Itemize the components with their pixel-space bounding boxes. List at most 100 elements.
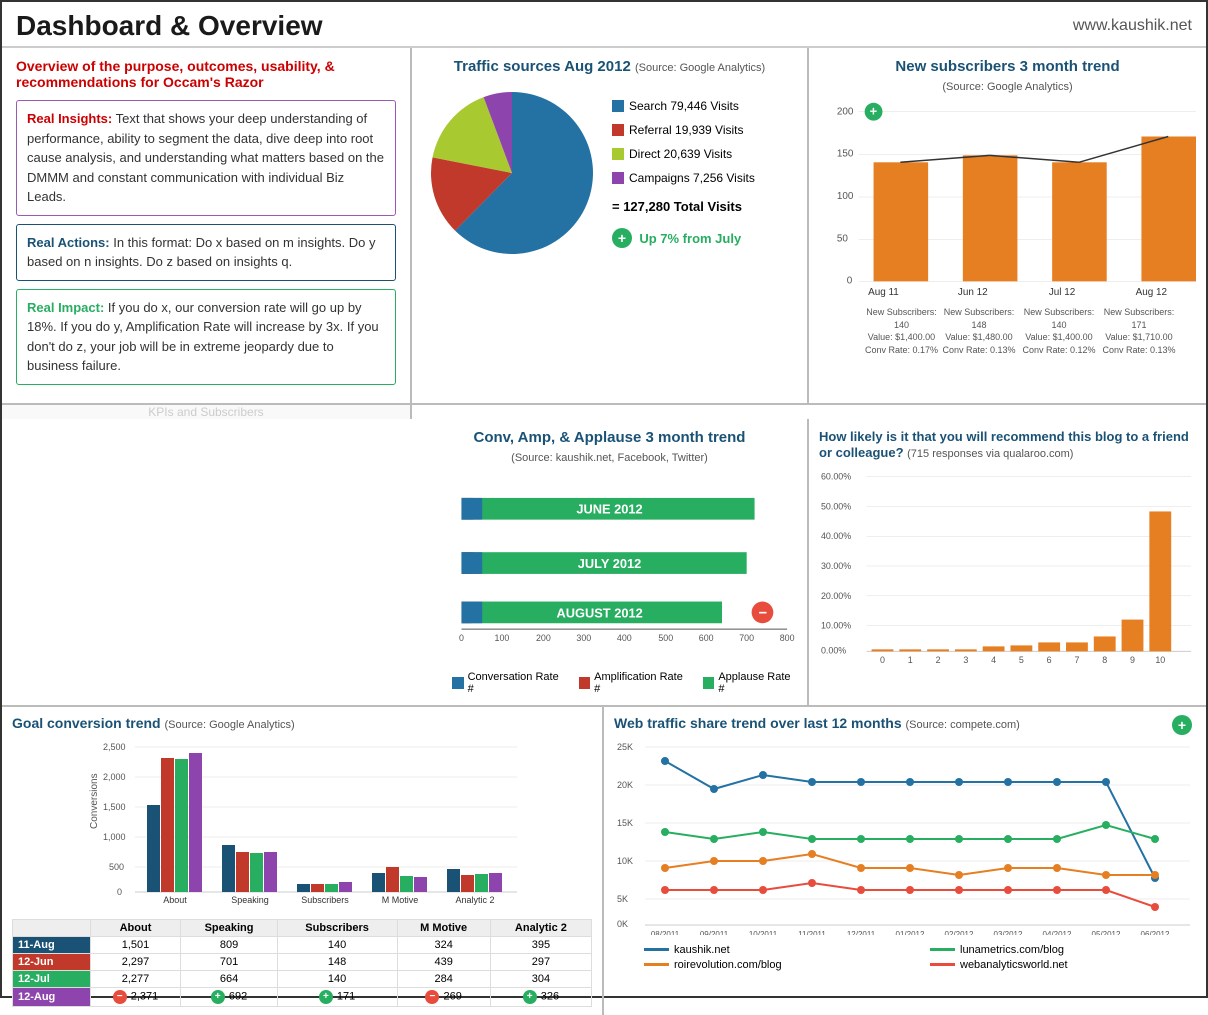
svg-text:11/2011: 11/2011 xyxy=(798,930,826,935)
svg-text:800: 800 xyxy=(780,633,795,643)
traffic-total: = 127,280 Total Visits xyxy=(612,194,755,220)
web-traffic-header: Web traffic share trend over last 12 mon… xyxy=(614,715,1196,735)
up-icon: + xyxy=(523,990,537,1004)
svg-text:Speaking: Speaking xyxy=(231,895,269,905)
traffic-change: + Up 7% from July xyxy=(612,226,755,252)
svg-text:10/2011: 10/2011 xyxy=(749,930,778,935)
up-icon: + xyxy=(211,990,225,1004)
bar-jul12 xyxy=(1052,162,1107,281)
svg-text:25K: 25K xyxy=(617,742,633,752)
svg-text:60.00%: 60.00% xyxy=(821,472,851,482)
legend-kaushik: kaushik.net xyxy=(644,944,910,956)
up-icon: + xyxy=(319,990,333,1004)
svg-text:1,500: 1,500 xyxy=(103,802,126,812)
bar-aug12 xyxy=(1141,136,1196,281)
svg-text:About: About xyxy=(163,895,187,905)
svg-text:700: 700 xyxy=(739,633,754,643)
svg-text:Jul 12: Jul 12 xyxy=(1049,287,1076,298)
svg-text:05/2012: 05/2012 xyxy=(1092,930,1121,935)
subscribers-chart: 200 150 100 50 0 xyxy=(819,99,1196,356)
table-row-aug12: 12-Aug −2,371 +692 +171 −269 +326 xyxy=(13,987,592,1006)
svg-text:200: 200 xyxy=(837,107,854,118)
svg-text:06/2012: 06/2012 xyxy=(1141,930,1170,935)
bar-labels: New Subscribers: 140 Value: $1,400.00 Co… xyxy=(819,306,1196,356)
real-actions-label: Real Actions: xyxy=(27,235,110,250)
svg-text:Jun 12: Jun 12 xyxy=(958,287,988,298)
nps-svg: 60.00% 50.00% 40.00% 30.00% 20.00% 10.00… xyxy=(819,464,1196,674)
legend-conv: Conversation Rate # xyxy=(452,671,565,695)
svg-text:7: 7 xyxy=(1074,656,1079,666)
svg-text:1: 1 xyxy=(908,656,913,666)
down-icon: − xyxy=(113,990,127,1004)
page-title: Dashboard & Overview xyxy=(16,10,323,42)
svg-text:12/2011: 12/2011 xyxy=(847,930,876,935)
table-row-jul12: 12-Jul 2,277664140284304 xyxy=(13,970,592,987)
svg-text:JULY 2012: JULY 2012 xyxy=(578,555,641,570)
page-header: Dashboard & Overview www.kaushik.net xyxy=(2,2,1206,48)
traffic-legend: Search 79,446 Visits Referral 19,939 Vis… xyxy=(612,94,755,252)
svg-text:01/2012: 01/2012 xyxy=(896,930,925,935)
conv-amp-legend: Conversation Rate # Amplification Rate #… xyxy=(422,671,797,695)
svg-text:Aug 12: Aug 12 xyxy=(1136,287,1168,298)
svg-text:0: 0 xyxy=(847,275,853,286)
svg-text:0: 0 xyxy=(117,887,122,897)
svg-text:5: 5 xyxy=(1019,656,1024,666)
svg-text:0.00%: 0.00% xyxy=(821,646,846,656)
nps-title: How likely is it that you will recommend… xyxy=(819,429,1196,463)
svg-text:400: 400 xyxy=(617,633,632,643)
bottom-row: Goal conversion trend (Source: Google An… xyxy=(2,706,1206,996)
empty-left: KPIs and Subscribers xyxy=(2,405,412,419)
goal-svg: Conversions 2,500 2,000 1,500 1,000 500 … xyxy=(12,735,592,910)
svg-text:8: 8 xyxy=(1102,656,1107,666)
svg-text:Analytic 2: Analytic 2 xyxy=(455,895,494,905)
svg-text:Aug 11: Aug 11 xyxy=(868,287,899,298)
svg-text:200: 200 xyxy=(536,633,551,643)
svg-text:500: 500 xyxy=(658,633,673,643)
traffic-content: Search 79,446 Visits Referral 19,939 Vis… xyxy=(422,83,797,263)
svg-text:04/2012: 04/2012 xyxy=(1043,930,1072,935)
svg-text:Conversions: Conversions xyxy=(89,773,100,829)
web-traffic-title: Web traffic share trend over last 12 mon… xyxy=(614,715,1020,731)
up-icon: + xyxy=(612,228,632,248)
web-traffic-chart: 25K 20K 15K 10K 5K 0K xyxy=(614,735,1196,971)
svg-text:100: 100 xyxy=(495,633,510,643)
svg-text:50: 50 xyxy=(837,234,849,245)
insights-subtitle: Overview of the purpose, outcomes, usabi… xyxy=(16,58,396,90)
svg-text:600: 600 xyxy=(699,633,714,643)
direct-dot xyxy=(612,148,624,160)
goal-chart: Conversions 2,500 2,000 1,500 1,000 500 … xyxy=(12,735,592,915)
svg-text:10: 10 xyxy=(1155,656,1165,666)
svg-text:02/2012: 02/2012 xyxy=(945,930,974,935)
traffic-panel: Traffic sources Aug 2012 (Source: Google… xyxy=(412,48,809,404)
svg-text:5K: 5K xyxy=(617,894,628,904)
svg-text:08/2011: 08/2011 xyxy=(651,930,680,935)
legend-applause: Applause Rate # xyxy=(703,671,797,695)
svg-text:1,000: 1,000 xyxy=(103,832,126,842)
legend-campaigns: Campaigns 7,256 Visits xyxy=(612,166,755,190)
svg-text:50.00%: 50.00% xyxy=(821,502,851,512)
web-traffic-panel: Web traffic share trend over last 12 mon… xyxy=(604,706,1206,1015)
goal-title: Goal conversion trend (Source: Google An… xyxy=(12,715,592,731)
referral-dot xyxy=(612,124,624,136)
legend-direct: Direct 20,639 Visits xyxy=(612,142,755,166)
legend-luna: lunametrics.com/blog xyxy=(930,944,1196,956)
svg-text:0K: 0K xyxy=(617,919,628,929)
svg-text:300: 300 xyxy=(576,633,591,643)
svg-text:2,500: 2,500 xyxy=(103,742,126,752)
web-traffic-svg: 25K 20K 15K 10K 5K 0K xyxy=(614,735,1196,935)
svg-text:3: 3 xyxy=(963,656,968,666)
svg-text:6: 6 xyxy=(1047,656,1052,666)
web-up-icon: + xyxy=(1172,715,1192,735)
subscribers-panel: New subscribers 3 month trend (Source: G… xyxy=(809,48,1206,404)
traffic-title: Traffic sources Aug 2012 (Source: Google… xyxy=(422,58,797,75)
site-url: www.kaushik.net xyxy=(1073,17,1192,35)
table-row-aug11: 11-Aug 1,501809140324395 xyxy=(13,936,592,953)
conv-amp-chart: JUNE 2012 JULY 2012 AUGUST 2012 xyxy=(422,472,797,695)
pie-chart xyxy=(422,83,602,263)
real-impact-label: Real Impact: xyxy=(27,300,104,315)
legend-amp: Amplification Rate # xyxy=(579,671,689,695)
goal-panel: Goal conversion trend (Source: Google An… xyxy=(2,706,604,1015)
real-impact-box: Real Impact: If you do x, our conversion… xyxy=(16,289,396,385)
real-actions-box: Real Actions: In this format: Do x based… xyxy=(16,224,396,281)
conv-amp-title: Conv, Amp, & Applause 3 month trend xyxy=(422,429,797,446)
